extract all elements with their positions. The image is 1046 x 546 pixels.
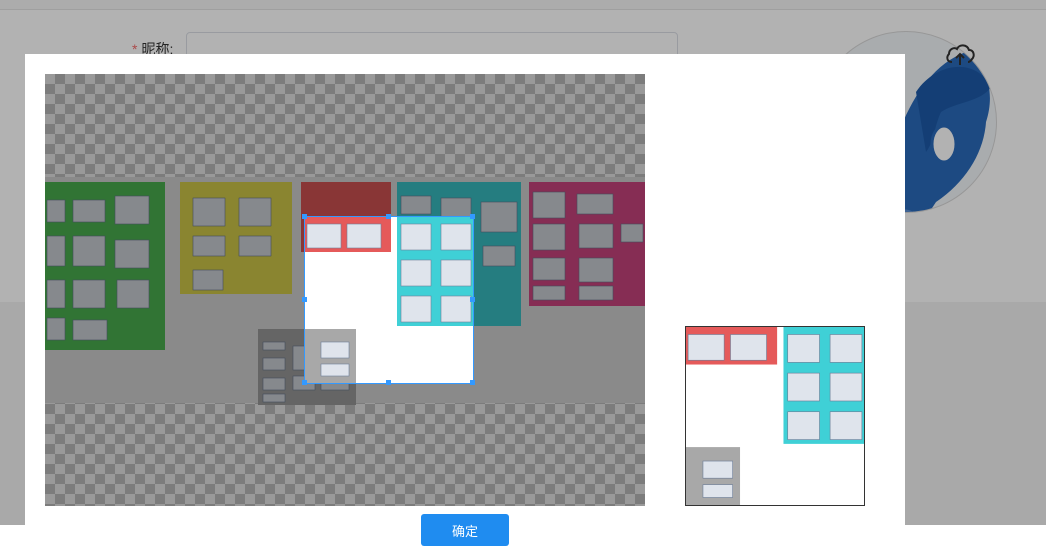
crop-handle-se[interactable]: [470, 380, 475, 385]
crop-handle-ne[interactable]: [470, 214, 475, 219]
crop-handle-s[interactable]: [386, 380, 391, 385]
crop-handle-sw[interactable]: [302, 380, 307, 385]
crop-handle-nw[interactable]: [302, 214, 307, 219]
crop-mask-top: [45, 74, 645, 217]
crop-handle-n[interactable]: [386, 214, 391, 219]
crop-handle-e[interactable]: [470, 297, 475, 302]
preview-image: [686, 327, 864, 505]
image-cropper[interactable]: [45, 74, 645, 506]
crop-mask-right: [473, 217, 645, 383]
confirm-button[interactable]: 确定: [421, 514, 509, 546]
crop-box-content: [305, 217, 473, 383]
crop-handle-w[interactable]: [302, 297, 307, 302]
avatar-crop-dialog: 确定: [25, 54, 905, 546]
crop-mask-left: [45, 217, 305, 383]
crop-selection-box[interactable]: [302, 214, 475, 385]
crop-preview: [685, 326, 865, 506]
crop-mask-bottom: [45, 383, 645, 506]
